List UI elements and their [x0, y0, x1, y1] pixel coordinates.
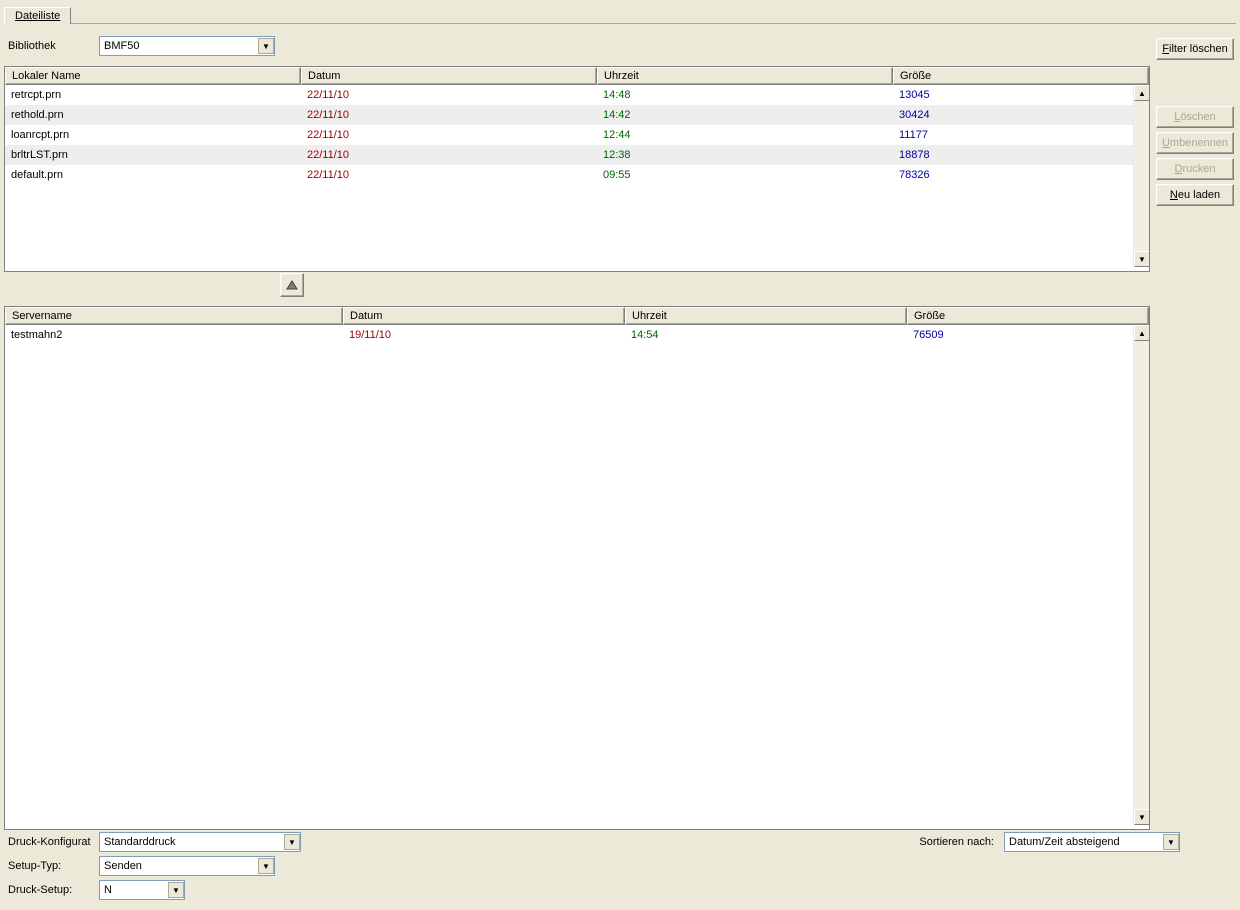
sort-label: Sortieren nach:: [919, 836, 994, 848]
setup-type-value: Senden: [104, 860, 142, 872]
cell-name: retrcpt.prn: [5, 87, 301, 103]
table-row[interactable]: testmahn219/11/1014:5476509: [5, 325, 1149, 345]
col-header-date[interactable]: Datum: [301, 67, 597, 85]
cell-size: 13045: [893, 87, 1133, 103]
col-header-size[interactable]: Größe: [893, 67, 1149, 85]
cell-time: 12:44: [597, 127, 893, 143]
print-setup-value: N: [104, 884, 112, 896]
bottom-panel: Druck-Konfigurat Standarddruck ▼ Sortier…: [4, 830, 1236, 904]
col-header-size[interactable]: Größe: [907, 307, 1149, 325]
print-setup-label: Druck-Setup:: [4, 884, 99, 896]
chevron-down-icon: ▼: [284, 834, 300, 850]
print-config-label: Druck-Konfigurat: [4, 836, 99, 848]
col-header-servername[interactable]: Servername: [5, 307, 343, 325]
table-row[interactable]: rethold.prn22/11/1014:4230424: [5, 105, 1149, 125]
col-header-time[interactable]: Uhrzeit: [625, 307, 907, 325]
library-label: Bibliothek: [4, 40, 99, 52]
scrollbar[interactable]: ▲ ▼: [1133, 85, 1149, 267]
chevron-down-icon: ▼: [168, 882, 184, 898]
local-grid-body[interactable]: retrcpt.prn22/11/1014:4813045rethold.prn…: [5, 85, 1149, 267]
cell-name: brltrLST.prn: [5, 147, 301, 163]
cell-name: default.prn: [5, 167, 301, 183]
delete-button[interactable]: Löschen: [1156, 106, 1234, 128]
tab-file-list[interactable]: Dateiliste: [4, 7, 71, 24]
scroll-down-icon[interactable]: ▼: [1134, 809, 1149, 825]
cell-date: 22/11/10: [301, 87, 597, 103]
cell-date: 22/11/10: [301, 147, 597, 163]
cell-date: 19/11/10: [343, 327, 625, 343]
triangle-up-icon: [286, 279, 298, 291]
chevron-down-icon: ▼: [258, 858, 274, 874]
rename-button[interactable]: Umbenennen: [1156, 132, 1234, 154]
cell-size: 78326: [893, 167, 1133, 183]
upload-button[interactable]: [280, 273, 304, 297]
filter-clear-button[interactable]: Filter löschen: [1156, 38, 1234, 60]
cell-time: 14:42: [597, 107, 893, 123]
table-row[interactable]: default.prn22/11/1009:5578326: [5, 165, 1149, 185]
cell-name: rethold.prn: [5, 107, 301, 123]
cell-date: 22/11/10: [301, 167, 597, 183]
cell-size: 11177: [893, 127, 1133, 143]
col-header-time[interactable]: Uhrzeit: [597, 67, 893, 85]
print-setup-combo[interactable]: N ▼: [99, 880, 185, 900]
cell-name: testmahn2: [5, 327, 343, 343]
setup-type-combo[interactable]: Senden ▼: [99, 856, 275, 876]
print-button[interactable]: Drucken: [1156, 158, 1234, 180]
library-combo[interactable]: BMF50 ▼: [99, 36, 275, 56]
chevron-down-icon: ▼: [258, 38, 274, 54]
chevron-down-icon: ▼: [1163, 834, 1179, 850]
scrollbar[interactable]: ▲ ▼: [1133, 325, 1149, 825]
cell-time: 12:38: [597, 147, 893, 163]
cell-time: 14:54: [625, 327, 907, 343]
reload-button[interactable]: Neu laden: [1156, 184, 1234, 206]
table-row[interactable]: loanrcpt.prn22/11/1012:4411177: [5, 125, 1149, 145]
cell-time: 09:55: [597, 167, 893, 183]
cell-size: 30424: [893, 107, 1133, 123]
setup-type-label: Setup-Typ:: [4, 860, 99, 872]
local-files-grid: Lokaler Name Datum Uhrzeit Größe retrcpt…: [4, 66, 1150, 272]
cell-name: loanrcpt.prn: [5, 127, 301, 143]
col-header-date[interactable]: Datum: [343, 307, 625, 325]
table-row[interactable]: retrcpt.prn22/11/1014:4813045: [5, 85, 1149, 105]
cell-size: 76509: [907, 327, 1133, 343]
server-grid-body[interactable]: testmahn219/11/1014:5476509 ▲ ▼: [5, 325, 1149, 825]
table-row[interactable]: brltrLST.prn22/11/1012:3818878: [5, 145, 1149, 165]
server-grid-header: Servername Datum Uhrzeit Größe: [5, 307, 1149, 325]
sort-combo[interactable]: Datum/Zeit absteigend ▼: [1004, 832, 1180, 852]
cell-time: 14:48: [597, 87, 893, 103]
cell-date: 22/11/10: [301, 127, 597, 143]
server-files-grid: Servername Datum Uhrzeit Größe testmahn2…: [4, 306, 1150, 830]
scroll-up-icon[interactable]: ▲: [1134, 325, 1149, 341]
print-config-value: Standarddruck: [104, 836, 176, 848]
tab-bar: Dateiliste: [4, 4, 1236, 24]
col-header-local-name[interactable]: Lokaler Name: [5, 67, 301, 85]
library-combo-value: BMF50: [104, 40, 139, 52]
cell-size: 18878: [893, 147, 1133, 163]
sort-value: Datum/Zeit absteigend: [1009, 836, 1120, 848]
print-config-combo[interactable]: Standarddruck ▼: [99, 832, 301, 852]
cell-date: 22/11/10: [301, 107, 597, 123]
scroll-up-icon[interactable]: ▲: [1134, 85, 1149, 101]
scroll-down-icon[interactable]: ▼: [1134, 251, 1149, 267]
local-grid-header: Lokaler Name Datum Uhrzeit Größe: [5, 67, 1149, 85]
